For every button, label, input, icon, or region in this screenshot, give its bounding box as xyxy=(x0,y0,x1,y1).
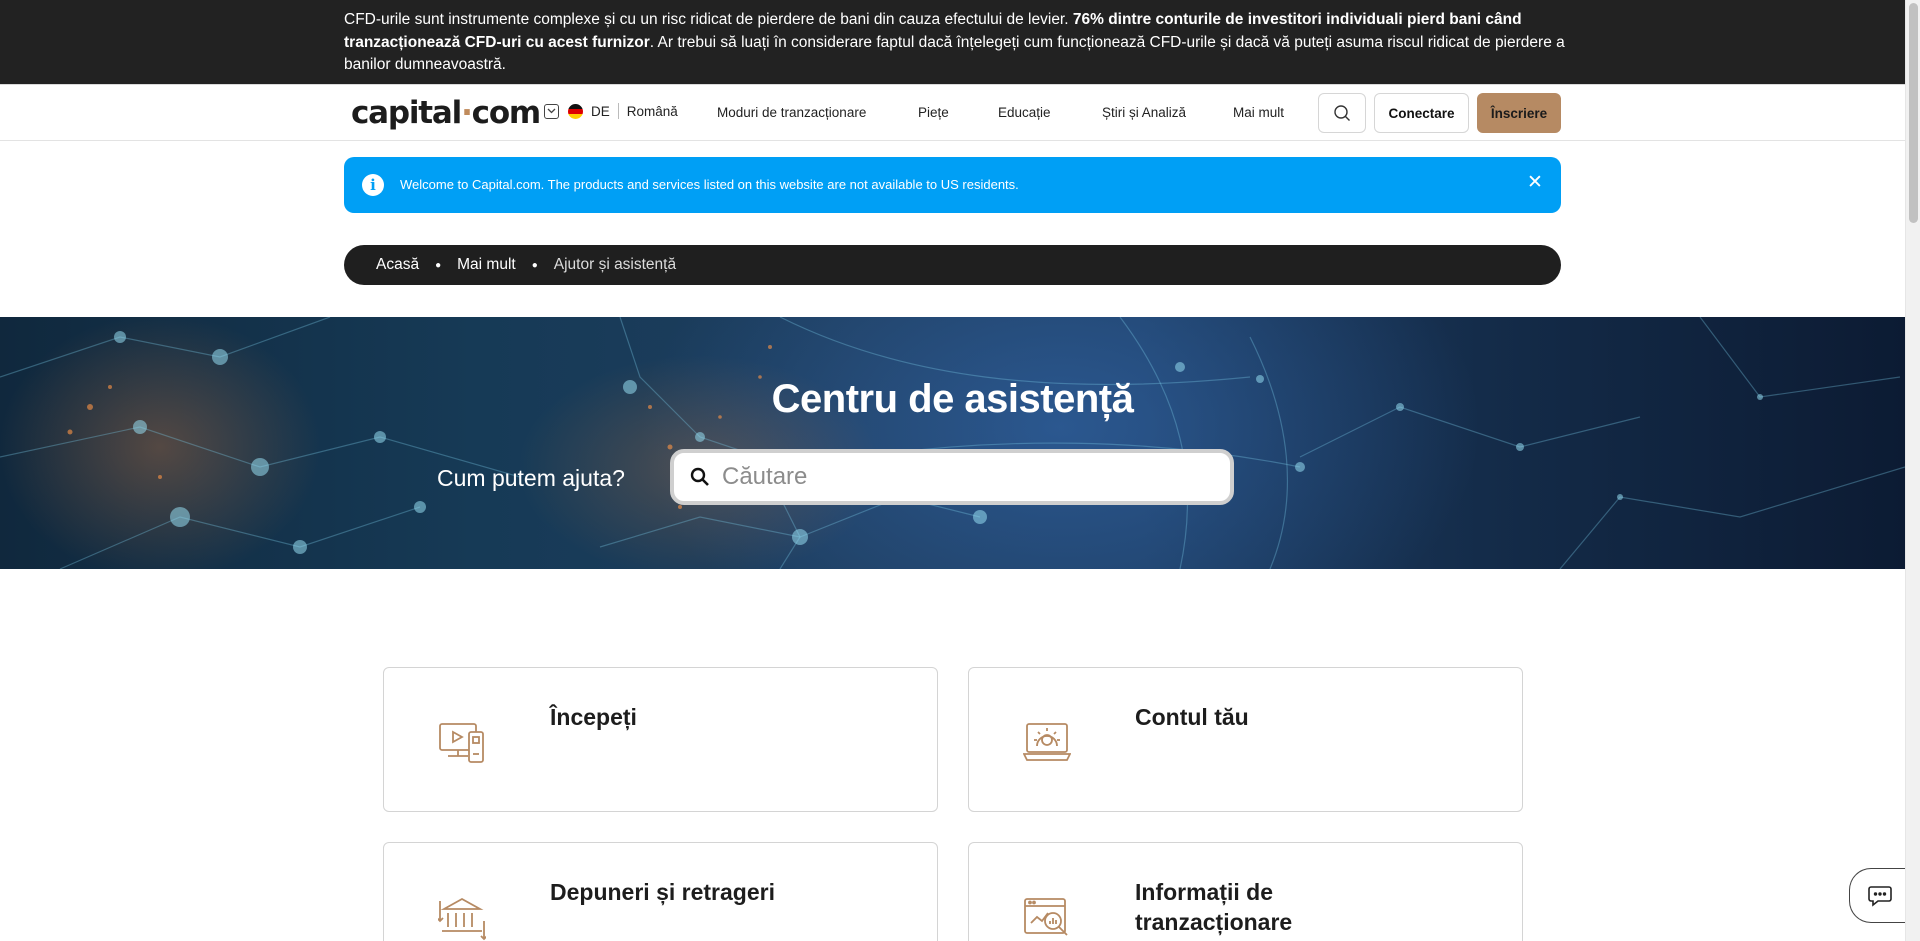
help-search-input[interactable] xyxy=(722,463,1202,491)
bank-transfer-icon xyxy=(438,897,486,941)
help-center-hero: Centru de asistență Cum putem ajuta? xyxy=(0,317,1905,569)
chat-bubble-icon xyxy=(1867,885,1892,907)
risk-warning-text: CFD-urile sunt instrumente complexe și c… xyxy=(344,11,1565,73)
chat-support-button[interactable] xyxy=(1849,868,1909,923)
language-label: Română xyxy=(626,103,678,119)
divider xyxy=(617,103,619,119)
page-scrollbar[interactable] xyxy=(1905,0,1920,941)
category-card-getting-started[interactable]: Începeți xyxy=(383,667,938,812)
info-icon: i xyxy=(362,174,384,196)
nav-more[interactable]: Mai mult xyxy=(1233,105,1284,120)
country-code: DE xyxy=(591,103,610,119)
language-selector[interactable]: DE Română xyxy=(544,103,678,119)
germany-flag-icon xyxy=(568,103,583,119)
signup-button[interactable]: Înscriere xyxy=(1477,93,1561,133)
account-settings-icon xyxy=(1023,723,1071,761)
category-title: Informații de tranzacționare xyxy=(1135,879,1293,935)
category-card-deposits-withdrawals[interactable]: Depuneri și retrageri xyxy=(383,842,938,941)
scrollbar-thumb[interactable] xyxy=(1909,3,1918,223)
breadcrumb-home[interactable]: Acasă xyxy=(376,256,419,274)
search-icon xyxy=(1334,105,1350,121)
category-title: Începeți xyxy=(550,704,637,730)
breadcrumb-more[interactable]: Mai mult xyxy=(457,256,516,274)
capital-com-logo[interactable]: capital·com xyxy=(351,95,541,131)
breadcrumb-current: Ajutor și asistență xyxy=(553,256,677,273)
category-title: Contul tău xyxy=(1135,704,1249,730)
search-icon xyxy=(690,467,709,486)
login-button[interactable]: Conectare xyxy=(1374,93,1469,133)
trading-chart-icon xyxy=(1024,898,1068,936)
breadcrumb: Acasă ● Mai mult ● Ajutor și asistență xyxy=(344,245,1561,285)
breadcrumb-separator: ● xyxy=(531,259,538,271)
nav-trading-modes[interactable]: Moduri de tranzacționare xyxy=(717,105,866,120)
search-prompt-label: Cum putem ajuta? xyxy=(437,465,625,491)
chevron-down-icon xyxy=(544,103,559,119)
us-residents-notice: i Welcome to Capital.com. The products a… xyxy=(344,157,1561,213)
category-card-trading-info[interactable]: Informații de tranzacționare xyxy=(968,842,1523,941)
nav-markets[interactable]: Piețe xyxy=(918,105,949,120)
video-tutorial-icon xyxy=(439,723,484,763)
nav-news-analysis[interactable]: Știri și Analiză xyxy=(1102,105,1186,120)
header-search-button[interactable] xyxy=(1318,93,1366,133)
risk-warning-banner: CFD-urile sunt instrumente complexe și c… xyxy=(0,0,1905,84)
breadcrumb-separator: ● xyxy=(435,259,442,271)
network-background-image xyxy=(0,317,1905,569)
page-title: Centru de asistență xyxy=(771,377,1134,421)
category-card-your-account[interactable]: Contul tău xyxy=(968,667,1523,812)
category-title: Depuneri și retrageri xyxy=(550,879,775,905)
help-search-box[interactable] xyxy=(670,449,1234,505)
close-icon[interactable]: ✕ xyxy=(1527,171,1543,194)
nav-education[interactable]: Educație xyxy=(998,105,1051,120)
site-header: capital·com DE Română Moduri de tranzacț… xyxy=(0,84,1905,141)
notice-message: Welcome to Capital.com. The products and… xyxy=(400,177,1019,192)
